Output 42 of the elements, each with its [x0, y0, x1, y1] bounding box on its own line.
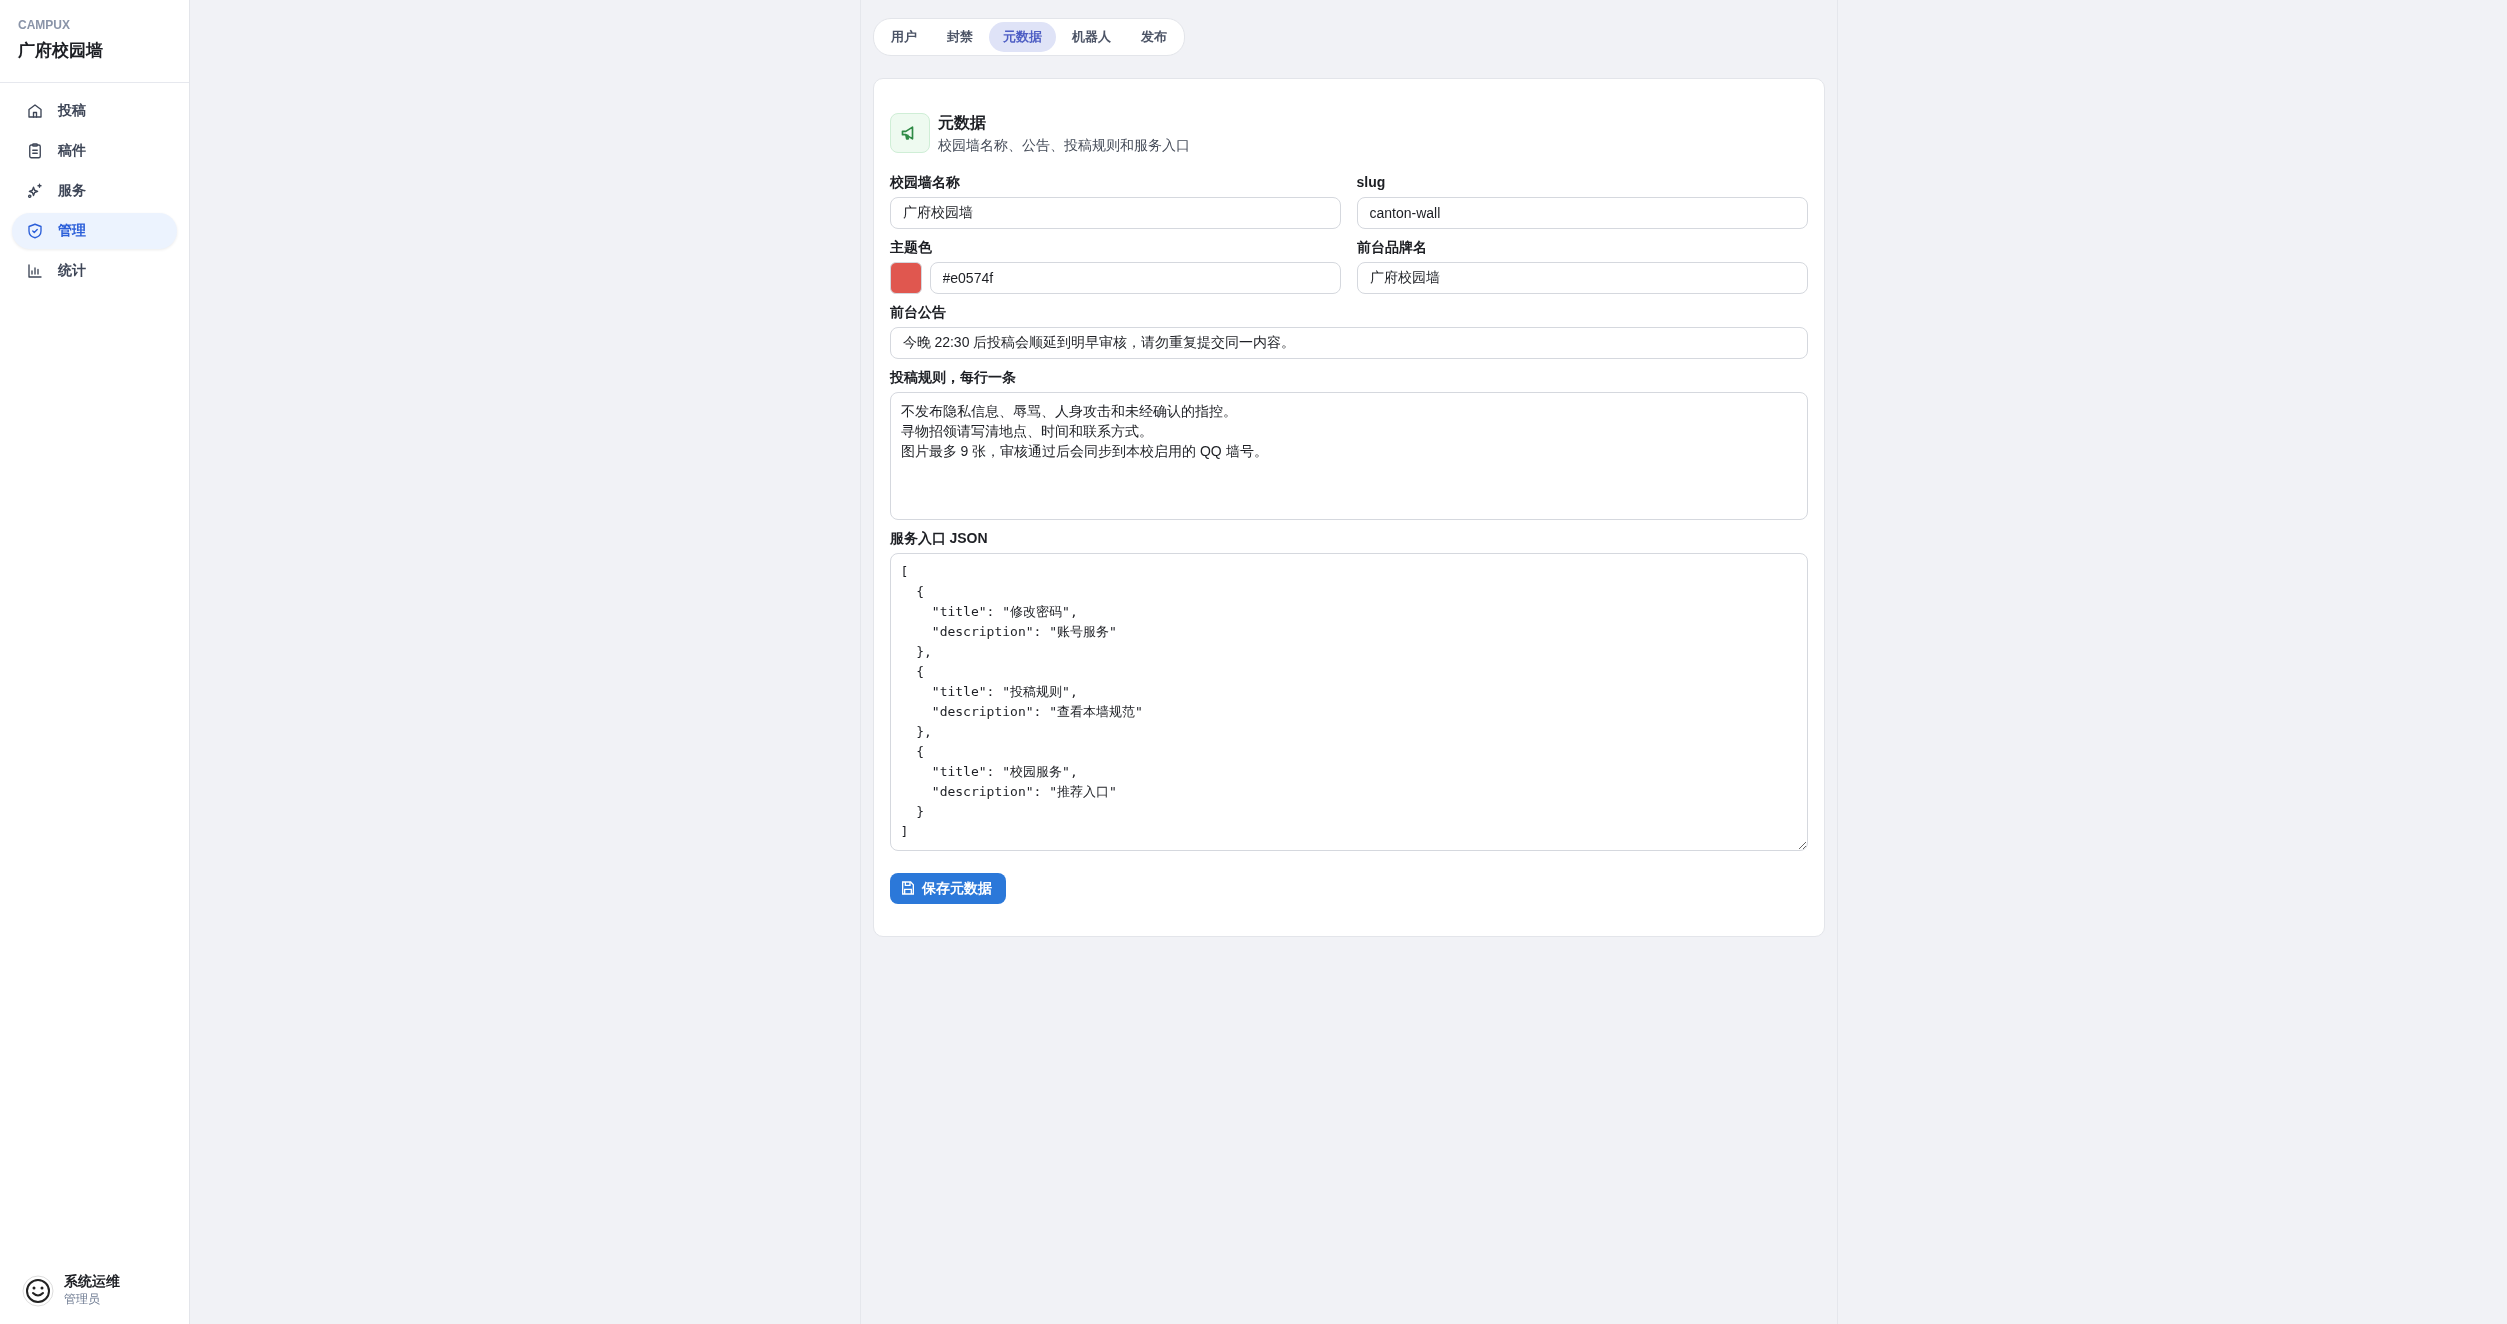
- rule-line: 不发布隐私信息、辱骂、人身攻击和未经确认的指控。: [900, 401, 1237, 421]
- field-label: 投稿规则，每行一条: [889, 367, 1017, 387]
- text-field[interactable]: 今晚 22:30 后投稿会顺延到明早审核，请勿重复提交同一内容。: [889, 326, 1808, 359]
- json-textarea[interactable]: [ { "title": "修改密码", "description": "账号服务" }, { "title": "投稿规则", "description": "查看本墙规范" }, { "title": "校园服务", "description": "推荐入口" } ]: [889, 552, 1808, 851]
- field-label: slug: [1356, 172, 1387, 192]
- nav-item[interactable]: 服务: [12, 172, 177, 209]
- megaphone-icon: [889, 113, 930, 153]
- save-icon: [899, 880, 916, 896]
- avatar-icon: [22, 1274, 54, 1307]
- field-label: 校园墙名称: [889, 172, 961, 192]
- sparkle-icon: [26, 181, 44, 200]
- text-field[interactable]: 广府校园墙: [889, 196, 1341, 229]
- field-label: 前台公告: [889, 302, 947, 322]
- text-field[interactable]: canton-wall: [1356, 196, 1808, 229]
- rule-line: 图片最多 9 张，审核通过后会同步到本校启用的 QQ 墙号。: [900, 441, 1268, 461]
- tab[interactable]: 元数据: [988, 22, 1056, 52]
- nav-item[interactable]: 统计: [12, 252, 177, 289]
- tab[interactable]: 发布: [1126, 22, 1181, 52]
- field-label: 服务入口 JSON: [889, 528, 989, 548]
- color-swatch[interactable]: [889, 261, 922, 294]
- field-label: 主题色: [889, 237, 933, 257]
- nav-item[interactable]: 稿件: [12, 132, 177, 169]
- color-field[interactable]: #e0574f: [929, 261, 1341, 294]
- tab[interactable]: 封禁: [932, 22, 987, 52]
- clipboard-icon: [26, 141, 44, 160]
- rule-line: 寻物招领请写清地点、时间和联系方式。: [900, 421, 1153, 441]
- field-label: 前台品牌名: [1356, 237, 1428, 257]
- user-role: 管理员: [64, 1291, 101, 1308]
- app-title: 广府校园墙: [18, 40, 104, 62]
- section-subtitle: 校园墙名称、公告、投稿规则和服务入口: [937, 135, 1190, 155]
- tab[interactable]: 机器人: [1057, 22, 1125, 52]
- nav-item[interactable]: 投稿: [12, 92, 177, 129]
- text-field[interactable]: 广府校园墙: [1356, 261, 1808, 294]
- user-name: 系统运维: [64, 1273, 120, 1290]
- bar-chart-icon: [26, 261, 44, 280]
- brand-label: CAMPUX: [18, 17, 71, 34]
- save-button[interactable]: 保存元数据: [889, 872, 1006, 904]
- rules-textarea[interactable]: 不发布隐私信息、辱骂、人身攻击和未经确认的指控。 寻物招领请写清地点、时间和联系方式。 图片最多 9 张，审核通过后会同步到本校启用的 QQ 墙号。: [889, 391, 1808, 520]
- section-title: 元数据: [937, 112, 987, 133]
- nav-item[interactable]: 管理: [12, 212, 177, 249]
- shield-check-icon: [26, 221, 44, 240]
- tab[interactable]: 用户: [876, 22, 931, 52]
